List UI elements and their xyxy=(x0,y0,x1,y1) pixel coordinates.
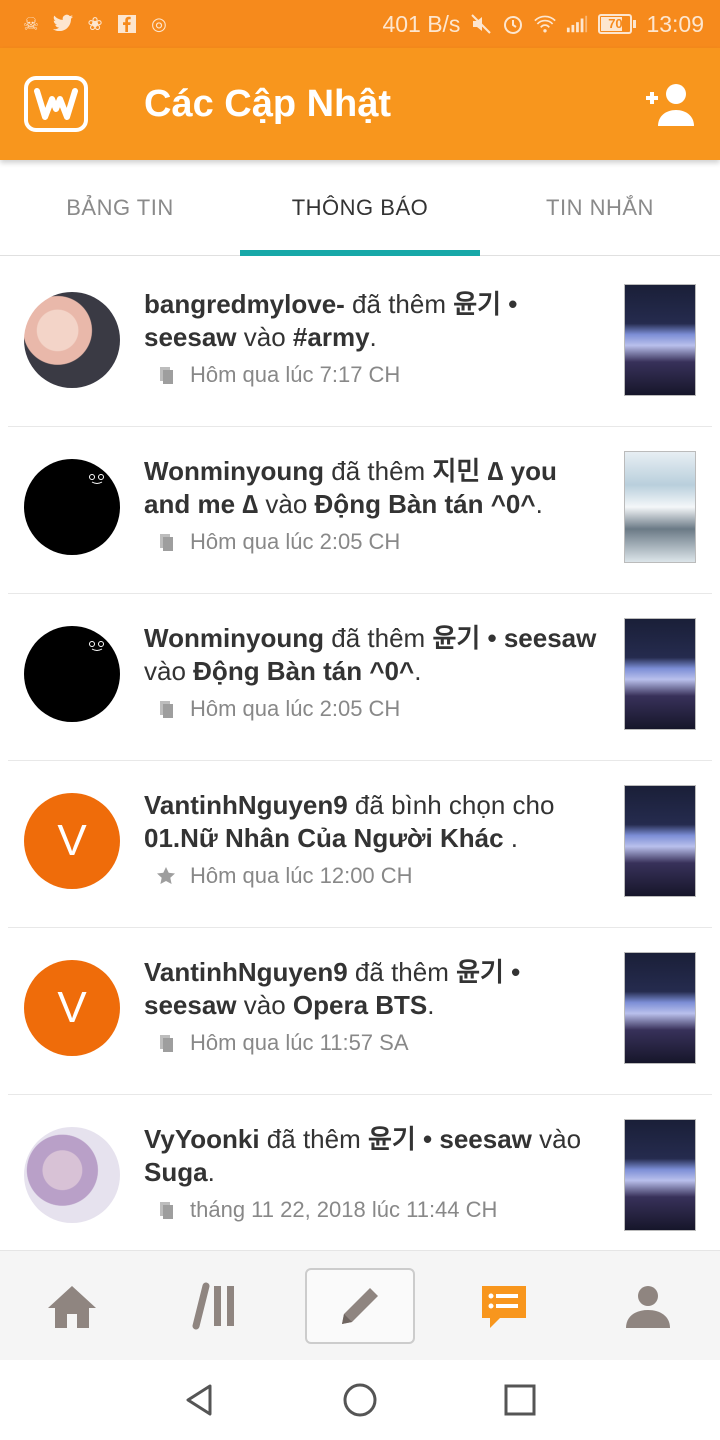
notification-content: bangredmylove- đã thêm 윤기 • seesaw vào #… xyxy=(144,288,604,388)
profile-icon xyxy=(626,1285,670,1328)
pencil-icon xyxy=(342,1287,378,1324)
clock: 13:09 xyxy=(646,10,704,37)
notification-content: Wonminyoung đã thêm 윤기 • seesaw vào Động… xyxy=(144,622,604,722)
page-title: Các Cập Nhật xyxy=(144,82,392,125)
story-cover[interactable] xyxy=(624,451,696,563)
notification-content: VyYoonki đã thêm 윤기 • seesaw vào Suga. t… xyxy=(144,1123,604,1223)
notification-time: Hôm qua lúc 2:05 CH xyxy=(190,529,401,554)
notification-item[interactable]: VyYoonki đã thêm 윤기 • seesaw vào Suga. t… xyxy=(8,1095,712,1262)
nav-profile[interactable] xyxy=(593,1268,703,1344)
tab-news-feed[interactable]: BẢNG TIN xyxy=(0,160,240,256)
notification-item[interactable]: V VantinhNguyen9 đã bình chọn cho 01.Nữ … xyxy=(8,761,712,928)
notification-text: Wonminyoung đã thêm 지민 ∆ you and me ∆ và… xyxy=(144,456,557,519)
avatar[interactable]: V xyxy=(24,960,120,1056)
story-cover[interactable] xyxy=(624,952,696,1064)
nav-library[interactable] xyxy=(161,1268,271,1344)
status-bar: ☠ ❀ ◎ 401 B/s 70 13:09 xyxy=(0,0,720,48)
twitter-icon xyxy=(52,13,74,35)
avatar[interactable] xyxy=(24,626,120,722)
notification-text: VyYoonki đã thêm 윤기 • seesaw vào Suga. xyxy=(144,1124,582,1187)
skull-icon: ☠ xyxy=(22,14,40,34)
tab-messages[interactable]: TIN NHẮN xyxy=(480,160,720,256)
avatar[interactable] xyxy=(24,459,120,555)
nav-write[interactable] xyxy=(305,1267,415,1344)
nav-updates[interactable] xyxy=(449,1268,559,1344)
notification-meta: Hôm qua lúc 12:00 CH xyxy=(156,863,604,889)
wattpad-logo-icon[interactable] xyxy=(24,76,88,132)
avatar[interactable] xyxy=(24,1127,120,1223)
library-icon xyxy=(156,532,176,552)
library-icon xyxy=(156,699,176,719)
avatar[interactable]: V xyxy=(24,793,120,889)
story-cover[interactable] xyxy=(624,618,696,730)
notification-meta: Hôm qua lúc 7:17 CH xyxy=(156,362,604,388)
mute-icon xyxy=(470,13,492,35)
notification-meta: tháng 11 22, 2018 lúc 11:44 CH xyxy=(156,1197,604,1223)
battery-icon: 70 xyxy=(598,14,637,34)
notification-time: tháng 11 22, 2018 lúc 11:44 CH xyxy=(190,1197,498,1222)
tab-notifications[interactable]: THÔNG BÁO xyxy=(240,160,480,256)
notification-item[interactable]: V VantinhNguyen9 đã thêm 윤기 • seesaw vào… xyxy=(8,928,712,1095)
story-cover[interactable] xyxy=(624,785,696,897)
recents-icon[interactable] xyxy=(502,1382,538,1418)
tab-bar: BẢNG TIN THÔNG BÁO TIN NHẮN xyxy=(0,160,720,256)
back-icon[interactable] xyxy=(182,1382,218,1418)
app-icon: ❀ xyxy=(87,14,103,34)
library-icon xyxy=(156,1033,176,1053)
star-icon xyxy=(156,866,176,886)
story-cover[interactable] xyxy=(624,1119,696,1231)
story-cover[interactable] xyxy=(624,284,696,396)
avatar[interactable] xyxy=(24,292,120,388)
notification-icons: ☠ ❀ ◎ xyxy=(20,13,170,35)
notification-content: VantinhNguyen9 đã thêm 윤기 • seesaw vào O… xyxy=(144,956,604,1056)
wifi-icon xyxy=(534,13,557,35)
notification-item[interactable]: bangredmylove- đã thêm 윤기 • seesaw vào #… xyxy=(8,260,712,427)
facebook-icon xyxy=(116,13,138,35)
notification-meta: Hôm qua lúc 2:05 CH xyxy=(156,529,604,555)
notification-content: VantinhNguyen9 đã bình chọn cho 01.Nữ Nh… xyxy=(144,789,604,889)
library-icon xyxy=(156,365,176,385)
notification-list: bangredmylove- đã thêm 윤기 • seesaw vào #… xyxy=(0,260,720,1262)
alarm-icon xyxy=(502,13,524,35)
notification-time: Hôm qua lúc 2:05 CH xyxy=(190,696,401,721)
bottom-nav xyxy=(0,1250,720,1360)
chat-icon xyxy=(482,1285,526,1328)
system-status: 401 B/s 70 13:09 xyxy=(382,11,704,38)
signal-icon xyxy=(566,13,588,35)
notification-text: VantinhNguyen9 đã bình chọn cho 01.Nữ Nh… xyxy=(144,790,555,853)
app-bar: Các Cập Nhật xyxy=(0,48,720,160)
notification-text: VantinhNguyen9 đã thêm 윤기 • seesaw vào O… xyxy=(144,957,521,1020)
library-icon xyxy=(192,1282,234,1329)
notification-meta: Hôm qua lúc 2:05 CH xyxy=(156,696,604,722)
notification-text: Wonminyoung đã thêm 윤기 • seesaw vào Động… xyxy=(144,623,597,686)
library-icon xyxy=(156,1200,176,1220)
notification-time: Hôm qua lúc 7:17 CH xyxy=(190,362,401,387)
notification-meta: Hôm qua lúc 11:57 SA xyxy=(156,1030,604,1056)
notification-item[interactable]: Wonminyoung đã thêm 윤기 • seesaw vào Động… xyxy=(8,594,712,761)
chrome-icon: ◎ xyxy=(151,14,167,34)
notification-content: Wonminyoung đã thêm 지민 ∆ you and me ∆ và… xyxy=(144,455,604,555)
nav-home[interactable] xyxy=(17,1268,127,1344)
notification-time: Hôm qua lúc 11:57 SA xyxy=(190,1030,409,1055)
add-friend-icon[interactable] xyxy=(640,80,696,128)
home-button-icon[interactable] xyxy=(342,1382,378,1418)
home-icon xyxy=(48,1285,96,1328)
system-nav-bar xyxy=(0,1360,720,1440)
net-speed: 401 B/s xyxy=(382,10,461,37)
notification-time: Hôm qua lúc 12:00 CH xyxy=(190,863,413,888)
notification-text: bangredmylove- đã thêm 윤기 • seesaw vào #… xyxy=(144,289,518,352)
notification-item[interactable]: Wonminyoung đã thêm 지민 ∆ you and me ∆ và… xyxy=(8,427,712,594)
